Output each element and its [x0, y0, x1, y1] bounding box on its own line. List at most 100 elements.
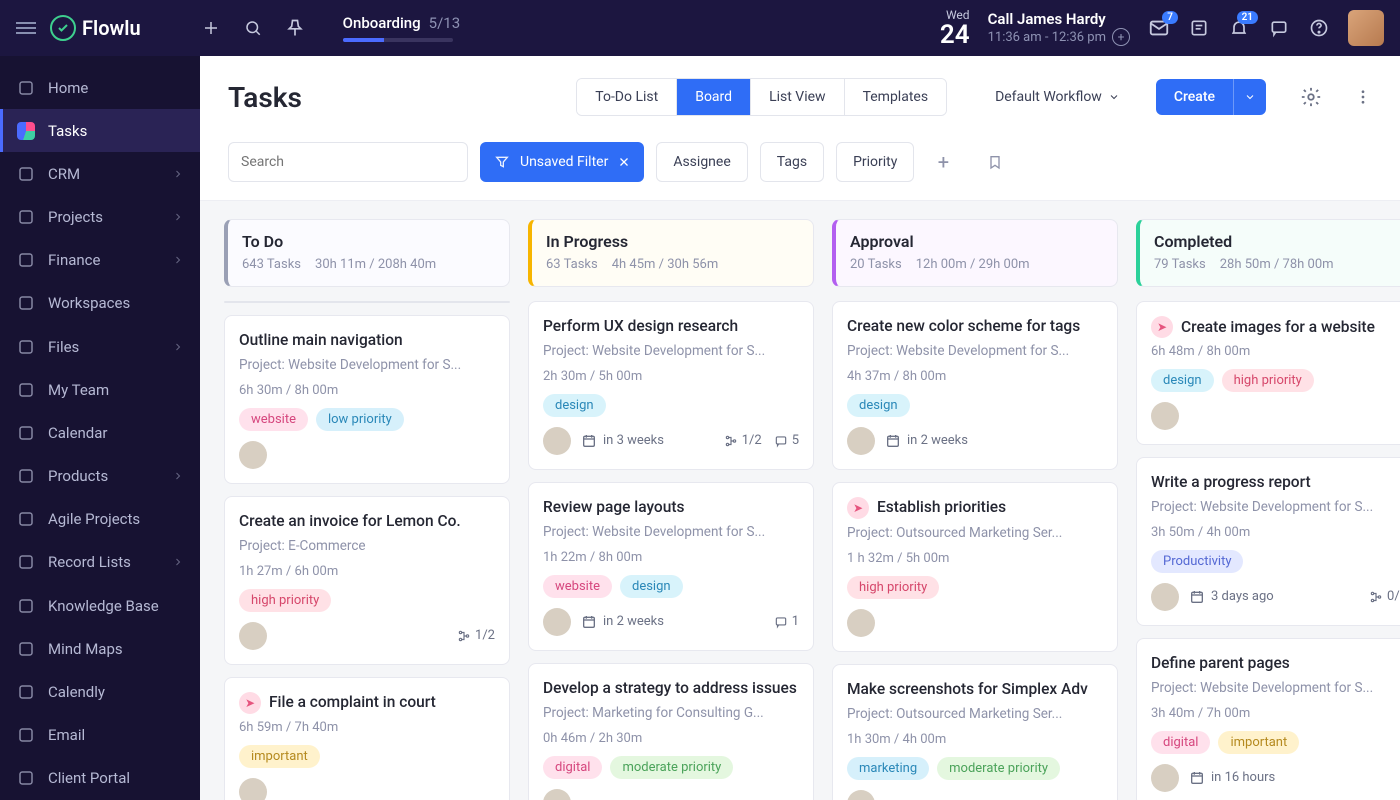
bell-icon[interactable]: 21: [1228, 17, 1250, 39]
task-card[interactable]: Review page layoutsProject: Website Deve…: [528, 482, 814, 651]
task-card[interactable]: Develop a strategy to address issuesProj…: [528, 663, 814, 800]
create-dropdown[interactable]: [1233, 79, 1266, 115]
card-project: Project: Website Development for S...: [239, 357, 495, 373]
sidebar-item-files[interactable]: Files: [0, 325, 200, 368]
assignee-avatar[interactable]: [847, 427, 875, 455]
active-filter-chip[interactable]: Unsaved Filter: [480, 142, 644, 182]
task-card[interactable]: Write a progress reportProject: Website …: [1136, 457, 1400, 626]
sidebar-item-mind-maps[interactable]: Mind Maps: [0, 627, 200, 670]
column-header[interactable]: To Do643 Tasks30h 11m / 208h 40m: [224, 219, 510, 287]
sidebar-item-workspaces[interactable]: Workspaces: [0, 282, 200, 325]
sidebar-item-crm[interactable]: CRM: [0, 152, 200, 195]
add-icon[interactable]: [201, 18, 221, 38]
sidebar-item-knowledge-base[interactable]: Knowledge Base: [0, 584, 200, 627]
create-button[interactable]: Create: [1156, 79, 1233, 115]
settings-icon[interactable]: [1300, 86, 1322, 108]
assignee-avatar[interactable]: [1151, 583, 1179, 611]
inbox-icon[interactable]: 7: [1148, 17, 1170, 39]
tag[interactable]: design: [620, 575, 683, 598]
sidebar-item-record-lists[interactable]: Record Lists: [0, 541, 200, 584]
workflow-dropdown[interactable]: Default Workflow: [995, 89, 1120, 105]
tag[interactable]: design: [847, 394, 910, 417]
tag[interactable]: low priority: [316, 408, 404, 431]
search-input[interactable]: [228, 142, 468, 182]
view-tab-to-do-list[interactable]: To-Do List: [577, 79, 677, 115]
quick-add-button[interactable]: Quick Add: [225, 302, 367, 303]
assignee-avatar[interactable]: [543, 608, 571, 636]
task-card[interactable]: ➤Create images for a website6h 48m / 8h …: [1136, 301, 1400, 445]
tag[interactable]: digital: [1151, 731, 1210, 754]
bookmark-icon[interactable]: [984, 151, 1006, 173]
next-event[interactable]: Call James Hardy 11:36 am - 12:36 pm+: [988, 10, 1130, 46]
sidebar-item-my-team[interactable]: My Team: [0, 368, 200, 411]
sidebar-item-agile-projects[interactable]: Agile Projects: [0, 498, 200, 541]
assignee-avatar[interactable]: [543, 789, 571, 800]
close-icon[interactable]: [618, 156, 630, 168]
tag[interactable]: digital: [543, 756, 602, 779]
task-card[interactable]: ➤Establish prioritiesProject: Outsourced…: [832, 482, 1118, 652]
sidebar-item-finance[interactable]: Finance: [0, 239, 200, 282]
sidebar-item-email[interactable]: Email: [0, 714, 200, 757]
task-card[interactable]: ➤File a complaint in court6h 59m / 7h 40…: [224, 677, 510, 800]
filter-pill-tags[interactable]: Tags: [760, 142, 824, 182]
column-header[interactable]: Completed79 Tasks28h 50m / 78h 00m: [1136, 219, 1400, 287]
task-card[interactable]: Define parent pagesProject: Website Deve…: [1136, 638, 1400, 800]
task-card[interactable]: Create an invoice for Lemon Co.Project: …: [224, 496, 510, 665]
tag[interactable]: website: [543, 575, 612, 598]
tag[interactable]: important: [1218, 731, 1299, 754]
sidebar-item-tasks[interactable]: Tasks: [0, 109, 200, 152]
menu-toggle-icon[interactable]: [16, 22, 36, 34]
sidebar-item-calendar[interactable]: Calendar: [0, 411, 200, 454]
card-time: 6h 59m / 7h 40m: [239, 720, 495, 735]
task-card[interactable]: Perform UX design researchProject: Websi…: [528, 301, 814, 470]
add-event-icon[interactable]: +: [1112, 28, 1130, 46]
filter-pill-priority[interactable]: Priority: [836, 142, 914, 182]
view-tab-board[interactable]: Board: [677, 79, 751, 115]
column-header[interactable]: Approval20 Tasks12h 00m / 29h 00m: [832, 219, 1118, 287]
tag[interactable]: marketing: [847, 757, 929, 780]
assignee-avatar[interactable]: [239, 441, 267, 469]
view-tab-list-view[interactable]: List View: [751, 79, 845, 115]
tag[interactable]: moderate priority: [610, 756, 733, 779]
tag[interactable]: high priority: [1222, 369, 1314, 392]
filter-pill-assignee[interactable]: Assignee: [656, 142, 747, 182]
date-widget[interactable]: Wed 24: [940, 8, 970, 48]
add-filter-icon[interactable]: +: [932, 151, 954, 173]
help-icon[interactable]: [1308, 17, 1330, 39]
task-card[interactable]: Make screenshots for Simplex AdvProject:…: [832, 664, 1118, 800]
tag[interactable]: design: [1151, 369, 1214, 392]
tag[interactable]: website: [239, 408, 308, 431]
search-icon[interactable]: [243, 18, 263, 38]
more-icon[interactable]: [1354, 88, 1372, 106]
view-tab-templates[interactable]: Templates: [845, 79, 947, 115]
notes-icon[interactable]: [1188, 17, 1210, 39]
tag[interactable]: high priority: [239, 589, 331, 612]
chat-icon[interactable]: [1268, 17, 1290, 39]
column-header[interactable]: In Progress63 Tasks4h 45m / 30h 56m: [528, 219, 814, 287]
onboarding-widget[interactable]: Onboarding 5/13: [343, 14, 461, 42]
assignee-avatar[interactable]: [239, 622, 267, 650]
task-card[interactable]: Outline main navigationProject: Website …: [224, 315, 510, 484]
profile-avatar[interactable]: [1348, 10, 1384, 46]
assignee-avatar[interactable]: [847, 790, 875, 800]
tag[interactable]: important: [239, 745, 320, 768]
assignee-avatar[interactable]: [239, 778, 267, 800]
brand-logo[interactable]: Flowlu: [50, 15, 141, 41]
tag[interactable]: Productivity: [1151, 550, 1243, 573]
assignee-avatar[interactable]: [1151, 764, 1179, 792]
full-form-button[interactable]: Full Form: [367, 302, 510, 303]
task-card[interactable]: Create new color scheme for tagsProject:…: [832, 301, 1118, 470]
card-project: Project: Website Development for S...: [847, 343, 1103, 359]
tag[interactable]: design: [543, 394, 606, 417]
tag[interactable]: high priority: [847, 576, 939, 599]
assignee-avatar[interactable]: [543, 427, 571, 455]
tag[interactable]: moderate priority: [937, 757, 1060, 780]
assignee-avatar[interactable]: [847, 609, 875, 637]
sidebar-item-client-portal[interactable]: Client Portal: [0, 757, 200, 800]
pin-icon[interactable]: [285, 18, 305, 38]
sidebar-item-products[interactable]: Products: [0, 455, 200, 498]
sidebar-item-calendly[interactable]: Calendly: [0, 670, 200, 713]
sidebar-item-projects[interactable]: Projects: [0, 196, 200, 239]
sidebar-item-home[interactable]: Home: [0, 66, 200, 109]
assignee-avatar[interactable]: [1151, 402, 1179, 430]
